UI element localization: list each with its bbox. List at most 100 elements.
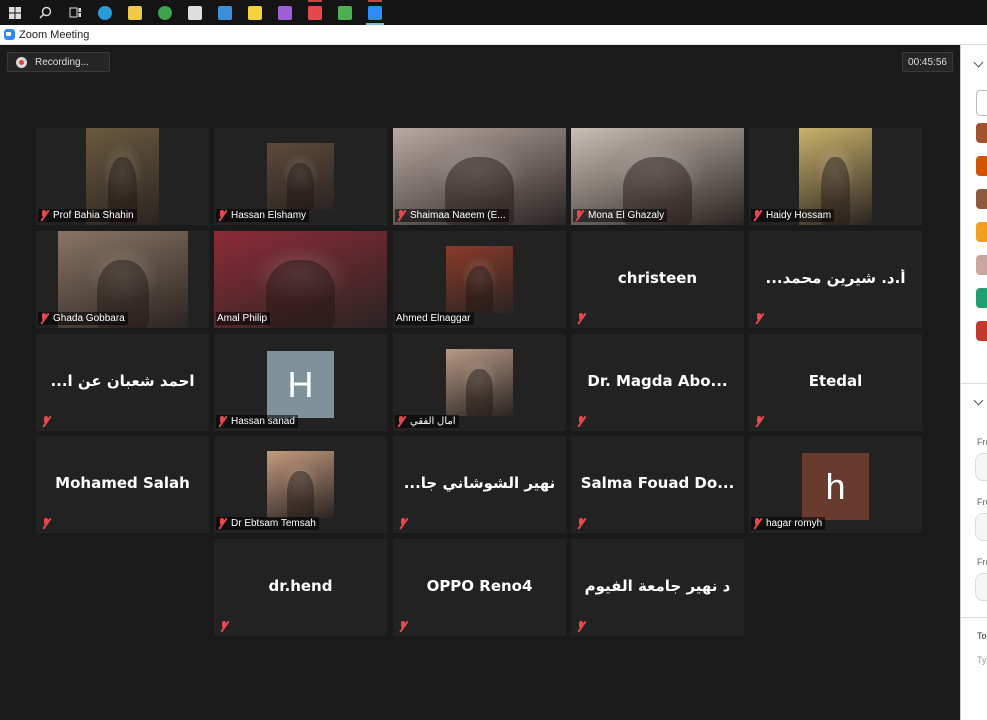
mic-muted-icon xyxy=(398,621,409,632)
participant-list-avatar[interactable] xyxy=(976,288,987,308)
participant-list-avatar[interactable] xyxy=(976,123,987,143)
participant-tile[interactable]: ...أ.د. شيرين محمد xyxy=(749,231,922,328)
zoom-app-icon xyxy=(4,29,15,40)
taskbar-button[interactable] xyxy=(300,0,330,25)
mail-icon xyxy=(218,5,232,20)
participant-name: Prof Bahia Shahin xyxy=(53,210,134,221)
mic-muted-icon xyxy=(574,210,585,221)
participant-tile[interactable]: dr.hend xyxy=(214,539,387,636)
participant-list-avatar[interactable] xyxy=(976,222,987,242)
participant-name: Haidy Hossam xyxy=(766,210,832,221)
taskbar-button[interactable] xyxy=(180,0,210,25)
participant-name: Hassan Elshamy xyxy=(231,210,307,221)
participant-nameplate: Shaimaa Naeem (E... xyxy=(395,209,509,222)
participant-tile[interactable]: Dr. Magda Abo... xyxy=(571,334,744,431)
mic-muted-icon xyxy=(754,313,765,324)
task-view-icon xyxy=(68,6,82,20)
participant-tile[interactable]: امال الفقي xyxy=(393,334,566,431)
chat-type-placeholder[interactable]: Typ xyxy=(977,655,987,665)
taskbar-button[interactable] xyxy=(0,0,30,25)
participant-tile[interactable]: Hassan Elshamy xyxy=(214,128,387,225)
participant-tile[interactable]: ...احمد شعبان عن ا xyxy=(36,334,209,431)
taskbar-button[interactable] xyxy=(210,0,240,25)
taskbar-button[interactable] xyxy=(120,0,150,25)
recording-indicator[interactable]: Recording... xyxy=(7,52,110,72)
mic-muted-icon xyxy=(217,416,228,427)
taskbar-button[interactable] xyxy=(240,0,270,25)
window-title: Zoom Meeting xyxy=(19,28,90,41)
taskbar-button[interactable] xyxy=(270,0,300,25)
file-explorer-icon xyxy=(128,5,142,20)
participant-name: Hassan sanad xyxy=(231,416,295,427)
participant-display-name: christeen xyxy=(617,269,698,287)
participant-silhouette xyxy=(466,369,493,416)
participant-tile[interactable]: Mohamed Salah xyxy=(36,436,209,533)
taskbar-button[interactable] xyxy=(360,0,390,25)
windows-taskbar xyxy=(0,0,987,25)
participant-list-avatar[interactable] xyxy=(976,156,987,176)
participant-tile[interactable]: ...نهير الشوشاني جا xyxy=(393,436,566,533)
mic-muted-icon xyxy=(39,313,50,324)
participant-tile[interactable]: Ahmed Elnaggar xyxy=(393,231,566,328)
participant-nameplate: Dr Ebtsam Temsah xyxy=(216,517,319,530)
participant-tile[interactable]: Amal Philip xyxy=(214,231,387,328)
chat-input-divider xyxy=(961,617,987,618)
participant-name: Ghada Gobbara xyxy=(53,313,125,324)
participant-video xyxy=(267,143,334,210)
participant-name: Ahmed Elnaggar xyxy=(396,313,471,324)
participant-tile[interactable]: Etedal xyxy=(749,334,922,431)
participant-tile[interactable]: Ghada Gobbara xyxy=(36,231,209,328)
taskbar-button[interactable] xyxy=(60,0,90,25)
app-icon xyxy=(308,5,322,20)
edge-icon xyxy=(98,5,112,20)
participant-tile[interactable]: OPPO Reno4 xyxy=(393,539,566,636)
participant-tile[interactable]: Haidy Hossam xyxy=(749,128,922,225)
collapse-participants-chevron-icon[interactable] xyxy=(973,57,984,68)
taskbar-button[interactable] xyxy=(330,0,360,25)
participant-list-avatar[interactable] xyxy=(976,189,987,209)
taskbar-button[interactable] xyxy=(150,0,180,25)
participant-silhouette xyxy=(265,260,336,328)
participant-display-name: Dr. Magda Abo... xyxy=(587,372,728,390)
chat-from-label: Fro xyxy=(977,497,987,507)
mic-muted-icon xyxy=(576,313,587,324)
mic-muted-icon xyxy=(396,210,407,221)
participant-display-name: ...احمد شعبان عن ا xyxy=(50,372,195,390)
participant-name: Shaimaa Naeem (E... xyxy=(410,210,506,221)
participant-display-name: د نهير جامعة الفيوم xyxy=(584,577,731,595)
green-app-icon xyxy=(338,5,352,20)
collapse-chat-chevron-icon[interactable] xyxy=(973,395,984,406)
zoom-icon xyxy=(368,5,382,20)
taskbar-button[interactable] xyxy=(30,0,60,25)
participant-tile[interactable]: Mona El Ghazaly xyxy=(571,128,744,225)
participant-nameplate: Prof Bahia Shahin xyxy=(38,209,137,222)
chat-from-label: Fro xyxy=(977,557,987,567)
window-titlebar: Zoom Meeting xyxy=(0,25,987,45)
participant-display-name: Mohamed Salah xyxy=(55,474,190,492)
mic-muted-icon xyxy=(576,621,587,632)
participant-tile[interactable]: د نهير جامعة الفيوم xyxy=(571,539,744,636)
participant-tile[interactable]: Salma Fouad Do... xyxy=(571,436,744,533)
participant-tile[interactable]: Prof Bahia Shahin xyxy=(36,128,209,225)
participant-display-name: ...أ.د. شيرين محمد xyxy=(765,269,906,287)
taskbar-button[interactable] xyxy=(90,0,120,25)
participant-list-avatar[interactable] xyxy=(976,321,987,341)
mic-muted-icon xyxy=(396,416,407,427)
chat-to-label[interactable]: To: xyxy=(977,631,987,641)
participant-nameplate: Hassan Elshamy xyxy=(216,209,310,222)
participant-tile[interactable]: Dr Ebtsam Temsah xyxy=(214,436,387,533)
participant-list-avatar[interactable] xyxy=(976,255,987,275)
participant-display-name: Salma Fouad Do... xyxy=(580,474,735,492)
participant-tile[interactable]: H Hassan sanad xyxy=(214,334,387,431)
participant-tile[interactable]: christeen xyxy=(571,231,744,328)
participant-tile[interactable]: Shaimaa Naeem (E... xyxy=(393,128,566,225)
participant-tile[interactable]: h hagar romyh xyxy=(749,436,922,533)
participant-search-box[interactable] xyxy=(976,90,987,116)
chat-message-bubble xyxy=(975,573,987,601)
participant-name: Amal Philip xyxy=(217,313,268,324)
participant-video xyxy=(267,451,334,518)
participant-name: Mona El Ghazaly xyxy=(588,210,665,221)
mic-muted-icon xyxy=(576,518,587,529)
mic-muted-icon xyxy=(576,416,587,427)
participant-nameplate: Amal Philip xyxy=(216,312,271,325)
